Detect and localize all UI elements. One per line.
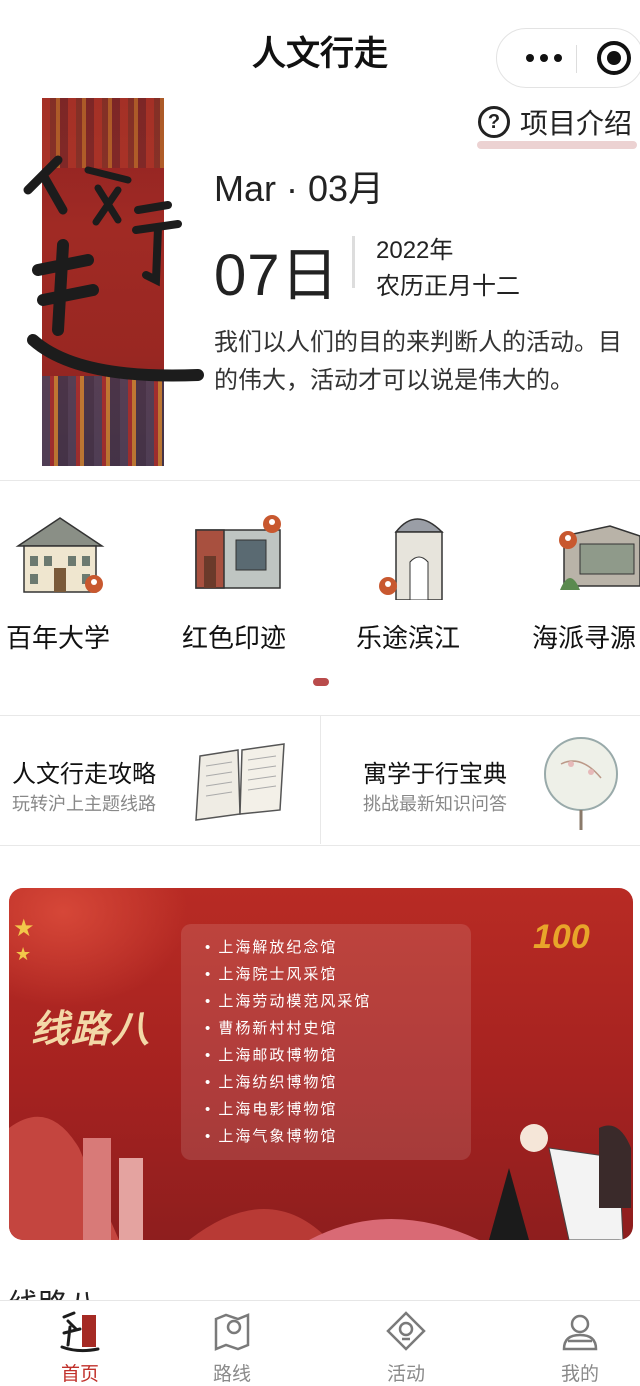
- quiz-card-title: 寓学于行宝典: [363, 761, 507, 788]
- guide-card-title: 人文行走攻略: [12, 761, 156, 788]
- theme-item-shanghai-style[interactable]: 海派寻源: [530, 500, 640, 660]
- capsule-divider: [576, 45, 577, 73]
- date-day: 07日: [214, 243, 340, 308]
- route-stop: • 上海劳动模范风采馆: [205, 993, 372, 1010]
- theme-label: 海派寻源: [532, 623, 637, 653]
- lunar-date: 农历正月十二: [376, 273, 520, 300]
- tab-routes-label: 路线: [212, 1364, 251, 1385]
- mini-program-capsule: [496, 28, 640, 88]
- star-icon: ★: [15, 944, 32, 964]
- tab-activities[interactable]: 活动: [326, 1301, 486, 1386]
- project-intro-underline: [477, 141, 637, 149]
- route-stop: • 上海解放纪念馆: [205, 939, 338, 956]
- quiz-card-subtitle: 挑战最新知识问答: [363, 794, 507, 814]
- star-icon: ★: [13, 915, 35, 942]
- tab-activities-label: 活动: [386, 1364, 425, 1385]
- date-divider: [352, 236, 355, 288]
- theme-carousel[interactable]: 百年大学 红色印迹 乐途滨江 海派寻源: [0, 500, 640, 660]
- map-route-icon: [214, 1313, 250, 1351]
- route-banner[interactable]: ★ ★ 线路八 • 上海解放纪念馆 • 上海院士风采馆 • 上海劳动模范风采馆 …: [9, 888, 633, 1240]
- tab-profile-label: 我的: [560, 1364, 599, 1385]
- section-divider: [0, 845, 640, 846]
- profile-icon: [562, 1314, 598, 1351]
- home-calligraphy-icon: [60, 1311, 100, 1353]
- flag-decoration: [9, 888, 189, 1008]
- project-intro-label: 项目介绍: [520, 108, 633, 139]
- theme-label: 红色印迹: [182, 623, 287, 653]
- route-stop: • 曹杨新村村史馆: [205, 1020, 338, 1037]
- tab-routes[interactable]: 路线: [152, 1301, 312, 1386]
- more-options-icon[interactable]: [519, 41, 569, 75]
- banner-scenery: [9, 1116, 631, 1240]
- guide-card-subtitle: 玩转沪上主题线路: [12, 794, 156, 814]
- guide-card[interactable]: 人文行走攻略 玩转沪上主题线路: [0, 716, 320, 844]
- university-building-icon: [15, 517, 105, 593]
- theme-item-university[interactable]: 百年大学: [0, 500, 150, 660]
- question-icon: ?: [478, 106, 510, 138]
- route-stop: • 上海邮政博物馆: [205, 1047, 338, 1064]
- tab-home[interactable]: 首页: [0, 1301, 160, 1386]
- theme-label: 百年大学: [6, 623, 111, 653]
- shanghai-style-house-icon: [559, 525, 640, 590]
- close-program-icon[interactable]: [597, 41, 631, 75]
- open-book-icon: [195, 743, 285, 821]
- centennial-badge: 100: [533, 918, 590, 956]
- route-line-title: 线路八: [31, 1006, 152, 1051]
- carousel-page-indicator: [313, 678, 329, 686]
- riverside-gate-icon: [379, 518, 444, 600]
- bottom-tab-bar: 首页 路线 活动 我的: [0, 1300, 640, 1386]
- date-year: 2022年: [376, 237, 454, 264]
- tab-home-label: 首页: [60, 1364, 99, 1385]
- theme-item-red-heritage[interactable]: 红色印迹: [176, 500, 326, 660]
- date-month: Mar · 03月: [214, 168, 385, 209]
- tab-profile[interactable]: 我的: [500, 1301, 640, 1386]
- activity-diamond-icon: [386, 1311, 426, 1351]
- fan-icon: [544, 737, 618, 830]
- theme-item-riverside[interactable]: 乐途滨江: [356, 500, 506, 660]
- section-divider: [0, 480, 640, 481]
- theme-label: 乐途滨江: [356, 623, 461, 653]
- calligraphy-art: [23, 155, 204, 382]
- top-bar: 人文行走: [0, 0, 640, 92]
- red-heritage-house-icon: [195, 515, 281, 589]
- daily-quote: 我们以人们的目的来判断人的活动。目的伟大，活动才可以说是伟大的。: [214, 329, 622, 394]
- project-intro-link[interactable]: ? 项目介绍: [478, 100, 632, 144]
- quiz-card[interactable]: 寓学于行宝典 挑战最新知识问答: [321, 716, 640, 844]
- route-stop: • 上海院士风采馆: [205, 966, 338, 983]
